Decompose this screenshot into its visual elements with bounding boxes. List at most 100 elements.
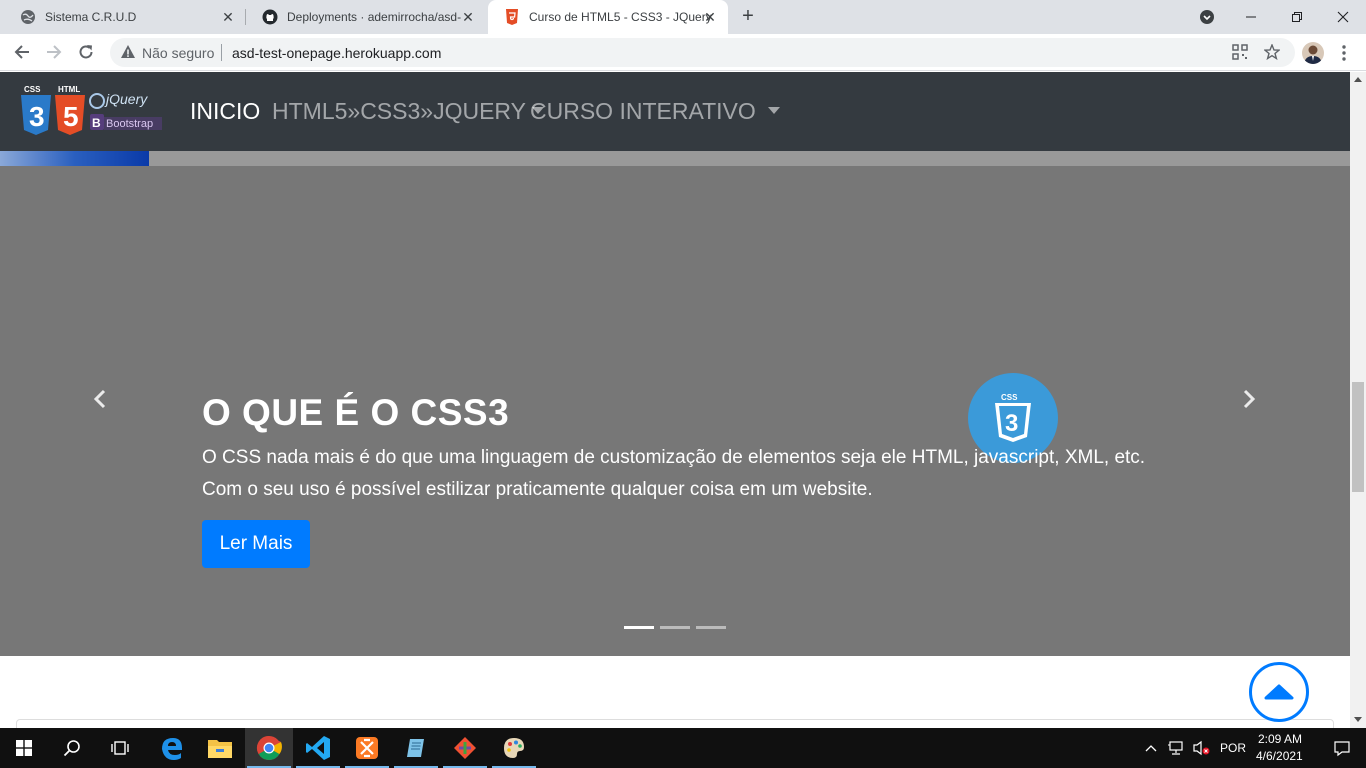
nav-dropdown-html5-css3-jquery[interactable]: HTML5»CSS3»JQUERY <box>272 98 544 125</box>
carousel-indicator[interactable] <box>660 626 690 629</box>
svg-text:5: 5 <box>63 101 79 132</box>
close-icon[interactable]: ✕ <box>702 9 718 25</box>
more-vert-icon <box>1342 45 1346 61</box>
reload-button[interactable] <box>76 42 96 62</box>
content-card <box>16 719 1334 728</box>
close-icon[interactable]: ✕ <box>460 9 476 25</box>
chevron-up-icon <box>1145 745 1157 752</box>
star-icon[interactable] <box>1263 43 1281 61</box>
logo-jquery-text: jQuery <box>104 91 148 107</box>
windows-start-icon <box>16 740 32 756</box>
new-tab-button[interactable]: + <box>738 6 758 27</box>
browser-menu-button[interactable] <box>1338 43 1350 63</box>
vscode-icon <box>306 736 330 760</box>
logo-css-text: CSS <box>24 85 41 94</box>
action-center-button[interactable] <box>1318 728 1366 768</box>
paint-icon <box>504 738 524 758</box>
chevron-down-icon <box>1200 10 1214 24</box>
chrome-icon <box>256 736 282 761</box>
logo-b-text: B <box>92 116 101 130</box>
show-hidden-icons-button[interactable] <box>1140 728 1162 768</box>
chevron-left-icon <box>93 389 106 409</box>
hero-carousel: CSS 3 O QUE É O CSS3 O CSS nada mais é d… <box>0 166 1350 656</box>
arrow-right-icon <box>47 45 62 59</box>
browser-toolbar: Não seguro asd-test-onepage.herokuapp.co… <box>0 34 1366 71</box>
taskbar-file-explorer[interactable] <box>196 728 244 768</box>
task-view-button[interactable] <box>96 728 144 768</box>
reload-icon <box>79 45 93 59</box>
tab-sistema-crud[interactable]: Sistema C.R.U.D ✕ <box>4 0 246 34</box>
omnibox-divider <box>221 44 222 61</box>
taskbar-paint[interactable] <box>490 728 538 768</box>
taskbar-vscode[interactable] <box>294 728 342 768</box>
windows-taskbar: POR 2:09 AM 4/6/2021 <box>0 728 1366 768</box>
tab-curso-html5[interactable]: Curso de HTML5 - CSS3 - JQuery ✕ <box>488 0 728 34</box>
css3-badge-number: 3 <box>1005 410 1018 437</box>
qr-code-icon[interactable] <box>1232 44 1248 60</box>
notifications-icon <box>1334 741 1350 757</box>
nav-link-label: HTML5»CSS3»JQUERY <box>272 98 526 124</box>
forward-button[interactable] <box>44 42 64 62</box>
clock-date[interactable]: 4/6/2021 <box>1256 749 1303 763</box>
carousel-prev-button[interactable] <box>90 388 112 410</box>
back-to-top-button[interactable] <box>1249 662 1309 722</box>
tab-deployments[interactable]: Deployments · ademirrocha/asd- ✕ <box>246 0 486 34</box>
read-more-button[interactable]: Ler Mais <box>202 520 310 568</box>
minimize-icon <box>1246 16 1256 18</box>
taskbar-edge[interactable] <box>148 728 196 768</box>
taskbar-search-button[interactable] <box>48 728 96 768</box>
browser-tab-strip: Sistema C.R.U.D ✕ Deployments · ademirro… <box>0 0 1366 34</box>
clock-time[interactable]: 2:09 AM <box>1258 732 1302 746</box>
tab-title: Deployments · ademirrocha/asd- <box>287 10 462 24</box>
notepad-icon <box>407 739 424 757</box>
scrollbar-thumb[interactable] <box>1352 382 1364 492</box>
close-icon <box>1337 11 1349 23</box>
svg-text:3: 3 <box>29 101 45 132</box>
css3-badge-label: CSS <box>1001 393 1018 402</box>
restore-icon <box>1292 12 1302 22</box>
input-language[interactable]: POR <box>1220 741 1246 755</box>
taskbar-notepad[interactable] <box>392 728 440 768</box>
chevron-right-icon <box>1243 389 1256 409</box>
slide-title: O QUE É O CSS3 <box>202 392 510 433</box>
minimize-button[interactable] <box>1228 0 1274 34</box>
taskbar-xampp[interactable] <box>343 728 391 768</box>
back-button[interactable] <box>12 42 32 62</box>
url-text[interactable]: asd-test-onepage.herokuapp.com <box>232 45 441 61</box>
site-logo[interactable]: CSS HTML 3 5 jQuery B Bootstrap <box>20 84 170 139</box>
volume-button[interactable] <box>1189 728 1213 768</box>
nav-link-inicio[interactable]: INICIO <box>190 98 260 125</box>
nav-link-label: CURSO INTERATIVO <box>530 98 756 124</box>
git-icon <box>454 737 476 759</box>
close-icon[interactable]: ✕ <box>220 9 236 25</box>
scroll-down-arrow-icon[interactable] <box>1354 717 1362 722</box>
taskbar-chrome[interactable] <box>245 728 293 768</box>
tab-search-button[interactable] <box>1184 0 1230 34</box>
tab-title: Sistema C.R.U.D <box>45 10 137 24</box>
xampp-icon <box>356 737 378 759</box>
page-scrollbar[interactable] <box>1350 72 1366 728</box>
carousel-indicator[interactable] <box>696 626 726 629</box>
restore-button[interactable] <box>1274 0 1320 34</box>
close-window-button[interactable] <box>1320 0 1366 34</box>
globe-icon <box>20 9 36 25</box>
logo-bootstrap-text: Bootstrap <box>106 118 153 130</box>
address-bar[interactable]: Não seguro asd-test-onepage.herokuapp.co… <box>110 38 1295 67</box>
windows-start-button[interactable] <box>0 728 48 768</box>
carousel-indicators <box>624 626 726 629</box>
taskbar-git[interactable] <box>441 728 489 768</box>
warning-icon[interactable] <box>120 44 136 65</box>
profile-avatar[interactable] <box>1302 42 1324 64</box>
network-button[interactable] <box>1163 728 1189 768</box>
carousel-indicator[interactable] <box>624 626 654 629</box>
slide-description: O CSS nada mais é do que uma linguagem d… <box>202 447 1146 500</box>
file-explorer-icon <box>208 740 232 758</box>
edge-icon <box>162 738 182 760</box>
scroll-progress-bar <box>0 151 1350 166</box>
arrow-left-icon <box>14 45 29 59</box>
carousel-next-button[interactable] <box>1237 388 1259 410</box>
nav-dropdown-curso-interativo[interactable]: CURSO INTERATIVO <box>530 98 780 125</box>
security-label[interactable]: Não seguro <box>142 45 214 61</box>
task-view-icon <box>111 741 129 755</box>
scroll-up-arrow-icon[interactable] <box>1354 77 1362 82</box>
